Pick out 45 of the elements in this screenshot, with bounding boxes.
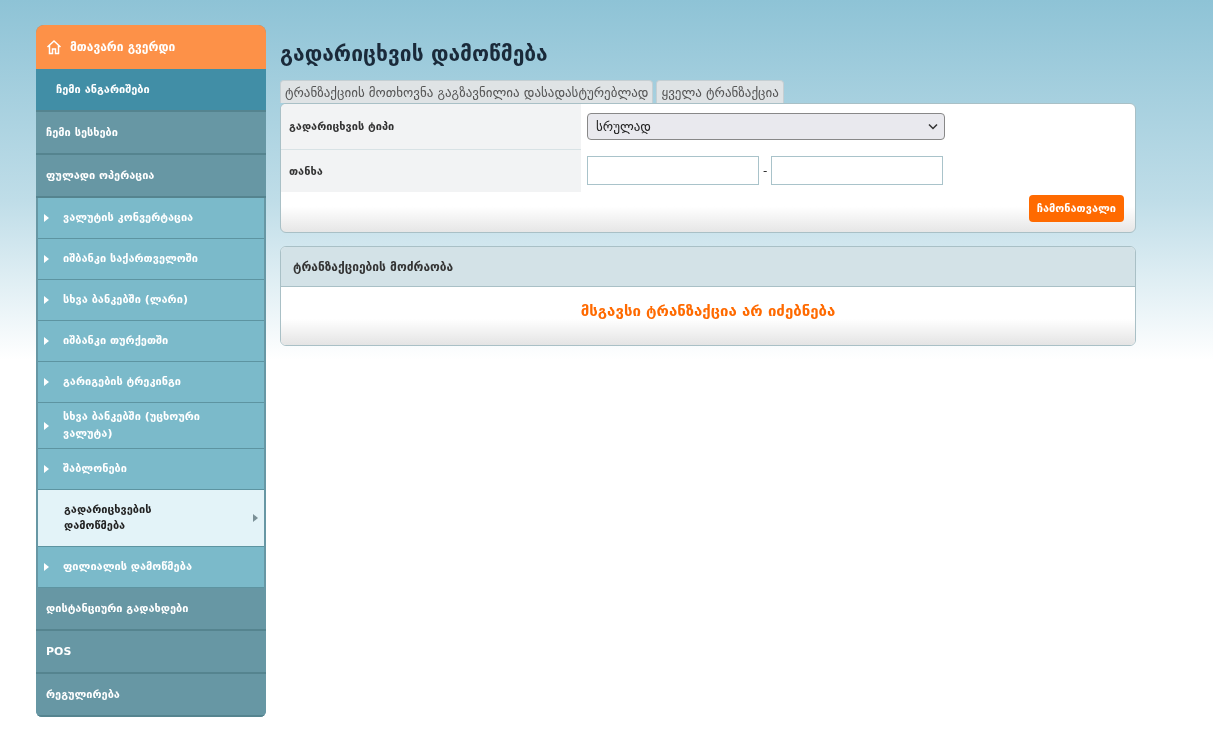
list-button[interactable]: ჩამონათვალი bbox=[1028, 195, 1124, 222]
submenu-item[interactable]: ფილიალის დამოწმება bbox=[38, 547, 264, 588]
amount-from-field[interactable] bbox=[587, 156, 759, 185]
triangle-icon bbox=[44, 337, 49, 345]
submenu-item[interactable]: ვალუტის კონვერტაცია bbox=[38, 198, 264, 239]
triangle-icon bbox=[44, 421, 49, 430]
submenu-label: სხვა ბანკებში (უცხოური ვალუტა) bbox=[63, 409, 202, 442]
sidebar-item[interactable]: მთავარი გვერდი bbox=[36, 25, 266, 69]
dropdown-value: სრულად bbox=[596, 119, 651, 134]
submenu-label: სხვა ბანკებში (ლარი) bbox=[63, 291, 188, 308]
sidebar-label: მთავარი გვერდი bbox=[70, 40, 176, 54]
sidebar-item[interactable]: ჩემი ანგარიშები bbox=[36, 69, 266, 112]
submenu-label: გარიგების ტრეკინგი bbox=[63, 373, 182, 390]
submenu-label: ფილიალის დამოწმება bbox=[63, 558, 192, 575]
transfer-type-dropdown[interactable]: სრულად bbox=[587, 113, 945, 140]
submenu-label: შაბლონები bbox=[63, 460, 127, 477]
triangle-icon bbox=[44, 296, 49, 304]
triangle-icon bbox=[44, 214, 49, 222]
tab[interactable]: ყველა ტრანზაქცია bbox=[656, 80, 784, 103]
amount-to-field[interactable] bbox=[771, 156, 944, 185]
field-label: გადარიცხვის ტიპი bbox=[281, 104, 581, 149]
empty-message: მსგავსი ტრანზაქცია არ იძებნება bbox=[580, 302, 836, 320]
field-label: თანხა bbox=[281, 149, 581, 192]
triangle-icon bbox=[253, 514, 258, 522]
submenu-item[interactable]: შაბლონები bbox=[38, 449, 264, 490]
submenu-item[interactable]: სხვა ბანკებში (ლარი) bbox=[38, 280, 264, 321]
panel-header: ტრანზაქციების მოძრაობა bbox=[281, 247, 1135, 287]
triangle-icon bbox=[44, 255, 49, 263]
submenu-item[interactable]: სხვა ბანკებში (უცხოური ვალუტა) bbox=[38, 403, 264, 449]
submenu-label: იშბანკი საქართველოში bbox=[63, 250, 199, 267]
submenu-label: გადარიცხვების დამოწმება bbox=[64, 501, 153, 534]
submenu-item[interactable]: იშბანკი თურქეთში bbox=[38, 321, 264, 362]
submenu-label: იშბანკი თურქეთში bbox=[63, 332, 169, 349]
range-separator: - bbox=[763, 163, 768, 178]
chevron-down-icon bbox=[928, 123, 938, 130]
tab[interactable]: ტრანზაქციის მოთხოვნა გაგზავნილია დასადასტურებლად bbox=[280, 80, 654, 103]
home-icon bbox=[46, 39, 62, 55]
triangle-icon bbox=[44, 378, 49, 386]
submenu-label: ვალუტის კონვერტაცია bbox=[63, 209, 194, 226]
submenu-item[interactable]: გარიგების ტრეკინგი bbox=[38, 362, 264, 403]
triangle-icon bbox=[44, 563, 49, 571]
triangle-icon bbox=[44, 465, 49, 473]
submenu-item[interactable]: იშბანკი საქართველოში bbox=[38, 239, 264, 280]
page-title: გადარიცხვის დამოწმება bbox=[280, 42, 549, 66]
submenu-item[interactable]: გადარიცხვების დამოწმება bbox=[38, 490, 264, 547]
